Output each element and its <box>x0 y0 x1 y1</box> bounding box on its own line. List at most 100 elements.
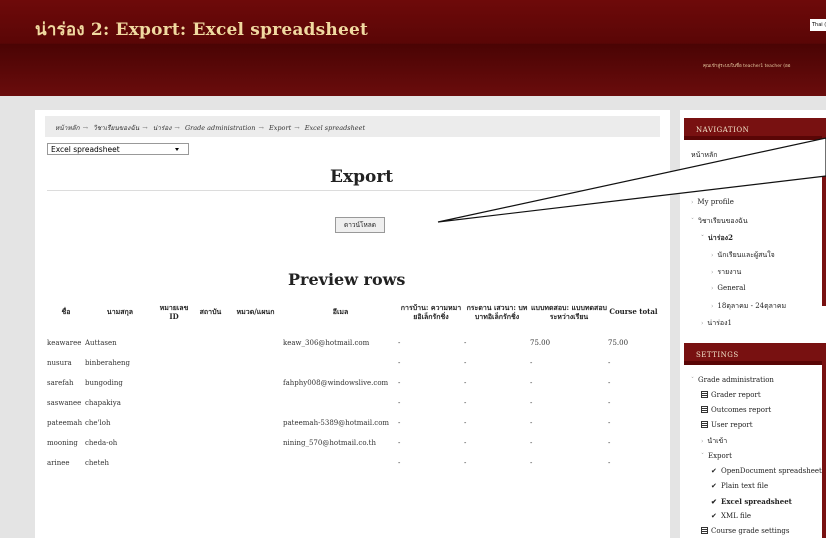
table-body: keawaree Auttasen keaw_306@hotmail.com - - 75… <box>47 333 659 473</box>
table-cell <box>228 333 283 353</box>
table-cell <box>155 373 193 393</box>
chevron-down-icon: ˇ <box>691 377 694 384</box>
table-cell <box>155 413 193 433</box>
table-cell: pateemah-5389@hotmail.com <box>283 419 390 427</box>
settings-item-plain-text[interactable]: ✔ Plain text file <box>711 482 768 490</box>
export-format-select[interactable]: Excel spreadsheet <box>47 143 189 155</box>
table-cell: arinee <box>47 459 70 467</box>
breadcrumb-separator-icon: → <box>174 124 180 132</box>
report-icon <box>701 391 708 398</box>
table-cell: - <box>608 399 611 407</box>
table-cell: 75.00 <box>608 339 629 347</box>
page-header: น่าร่อง 2: Export: Excel spreadsheet Tha… <box>0 0 826 96</box>
breadcrumb-course[interactable]: น่าร่อง <box>153 124 172 132</box>
settings-item-course-grade-settings[interactable]: Course grade settings <box>701 527 789 535</box>
nav-item-participants[interactable]: › นักเรียนและผู้สนใจ <box>711 250 775 261</box>
table-cell <box>193 433 228 453</box>
settings-item-outcomes-report[interactable]: Outcomes report <box>701 406 771 414</box>
settings-item-grader-report[interactable]: Grader report <box>701 391 761 399</box>
column-header: Course total <box>609 307 658 316</box>
settings-item-grade-admin[interactable]: ˇ Grade administration <box>691 376 774 384</box>
table-header-row: ชื่อ นามสกุล หมายเลข ID สถาบัน หมวด/แผนก… <box>47 290 659 333</box>
nav-item-label: วิชาเรียนของฉัน <box>698 217 748 225</box>
page-title: น่าร่อง 2: Export: Excel spreadsheet <box>35 20 369 40</box>
nav-item-my-profile[interactable]: › My profile <box>691 198 734 206</box>
column-header: นามสกุล <box>106 307 134 316</box>
settings-block-title: SETTINGS <box>684 343 826 365</box>
chevron-down-icon: ˇ <box>701 453 704 460</box>
settings-item-label: Export <box>708 452 732 460</box>
nav-item-current-course[interactable]: ˇ น่าร่อง2 <box>701 233 733 244</box>
navigation-block-title: NAVIGATION <box>684 118 826 140</box>
table-cell <box>193 453 228 473</box>
table-row: arinee cheteh - - - - <box>47 453 659 473</box>
table-cell <box>193 413 228 433</box>
table-cell <box>193 393 228 413</box>
settings-item-label: XML file <box>721 512 752 520</box>
nav-item-my-courses[interactable]: ˇ วิชาเรียนของฉัน <box>691 216 748 227</box>
preview-heading: Preview rows <box>288 270 406 289</box>
chevron-right-icon: › <box>701 320 704 327</box>
table-cell: - <box>464 419 467 427</box>
report-icon <box>701 406 708 413</box>
table-cell <box>228 353 283 373</box>
column-header: กระดาน เสวนา: บท บาทอิเล็กรักชิ่ง <box>466 302 528 321</box>
preview-table: ชื่อ นามสกุล หมายเลข ID สถาบัน หมวด/แผนก… <box>47 290 659 473</box>
table-cell: - <box>464 339 467 347</box>
table-cell <box>228 393 283 413</box>
breadcrumb-home[interactable]: หน้าหลัก <box>55 124 80 132</box>
nav-item-week[interactable]: › 18ตุลาคม - 24ตุลาคม <box>711 301 786 312</box>
table-cell <box>155 353 193 373</box>
breadcrumb-separator-icon: → <box>142 124 148 132</box>
chevron-right-icon: › <box>711 252 714 259</box>
nav-item-label: น่าร่อง2 <box>708 233 733 242</box>
settings-item-export[interactable]: ˇ Export <box>701 452 732 460</box>
table-cell <box>193 353 228 373</box>
export-heading: Export <box>330 167 394 187</box>
table-cell: cheteh <box>85 459 110 467</box>
settings-item-user-report[interactable]: User report <box>701 421 753 429</box>
wrench-icon: ✔ <box>711 467 717 475</box>
column-header: หมายเลข ID <box>159 302 189 321</box>
table-cell: sarefah <box>47 379 74 387</box>
breadcrumb-grade-admin[interactable]: Grade administration <box>185 124 256 132</box>
table-cell: - <box>464 399 467 407</box>
nav-item-reports[interactable]: › รายงาน <box>711 267 741 278</box>
nav-item-home[interactable]: หน้าหลัก <box>691 150 717 161</box>
chevron-right-icon: › <box>691 199 694 206</box>
main-content: หน้าหลัก → วิชาเรียนของฉัน → น่าร่อง → Grad… <box>35 110 670 538</box>
language-selector[interactable]: Thai (th <box>810 19 826 31</box>
settings-item-label: Excel spreadsheet <box>721 497 792 506</box>
nav-item-label: รายงาน <box>717 268 742 276</box>
table-cell <box>155 393 193 413</box>
chevron-right-icon: › <box>711 303 714 310</box>
download-button[interactable]: ดาวน์โหลด <box>335 217 385 233</box>
navigation-block-border <box>822 118 826 306</box>
nav-item-general[interactable]: › General <box>711 284 746 292</box>
login-info[interactable]: คุณเข้าสู่ระบบในชื่อ teacher1 teacher (อ… <box>703 62 790 69</box>
table-row: saswanee chapakiya - - - - <box>47 393 659 413</box>
settings-item-excel[interactable]: ✔ Excel spreadsheet <box>711 497 792 506</box>
table-cell <box>283 393 398 413</box>
table-cell: - <box>398 379 401 387</box>
table-cell: che'loh <box>85 419 111 427</box>
nav-item-my-home[interactable]: › My home <box>691 165 730 173</box>
column-header: การบ้าน: ความหมายอิเล็กรักชิ่ง <box>400 302 462 321</box>
chevron-down-icon: ˇ <box>701 235 704 242</box>
table-cell: - <box>398 399 401 407</box>
table-cell: - <box>464 439 467 447</box>
settings-item-import[interactable]: › นำเข้า <box>701 436 727 447</box>
nav-item-course-1[interactable]: › น่าร่อง1 <box>701 318 732 329</box>
breadcrumb-my-courses[interactable]: วิชาเรียนของฉัน <box>93 124 139 132</box>
settings-item-label: Grader report <box>711 391 761 399</box>
breadcrumb-current[interactable]: Excel spreadsheet <box>305 124 365 132</box>
table-cell: - <box>398 459 401 467</box>
nav-item-label: น่าร่อง1 <box>707 319 732 327</box>
chevron-right-icon: › <box>701 438 704 445</box>
settings-item-ods[interactable]: ✔ OpenDocument spreadsheet <box>711 467 822 475</box>
table-cell: bungoding <box>85 379 123 387</box>
settings-item-xml[interactable]: ✔ XML file <box>711 512 751 520</box>
table-cell: keaw_306@hotmail.com <box>283 339 370 347</box>
breadcrumb-export[interactable]: Export <box>269 124 291 132</box>
nav-item-label: หน้าหลัก <box>691 151 718 159</box>
